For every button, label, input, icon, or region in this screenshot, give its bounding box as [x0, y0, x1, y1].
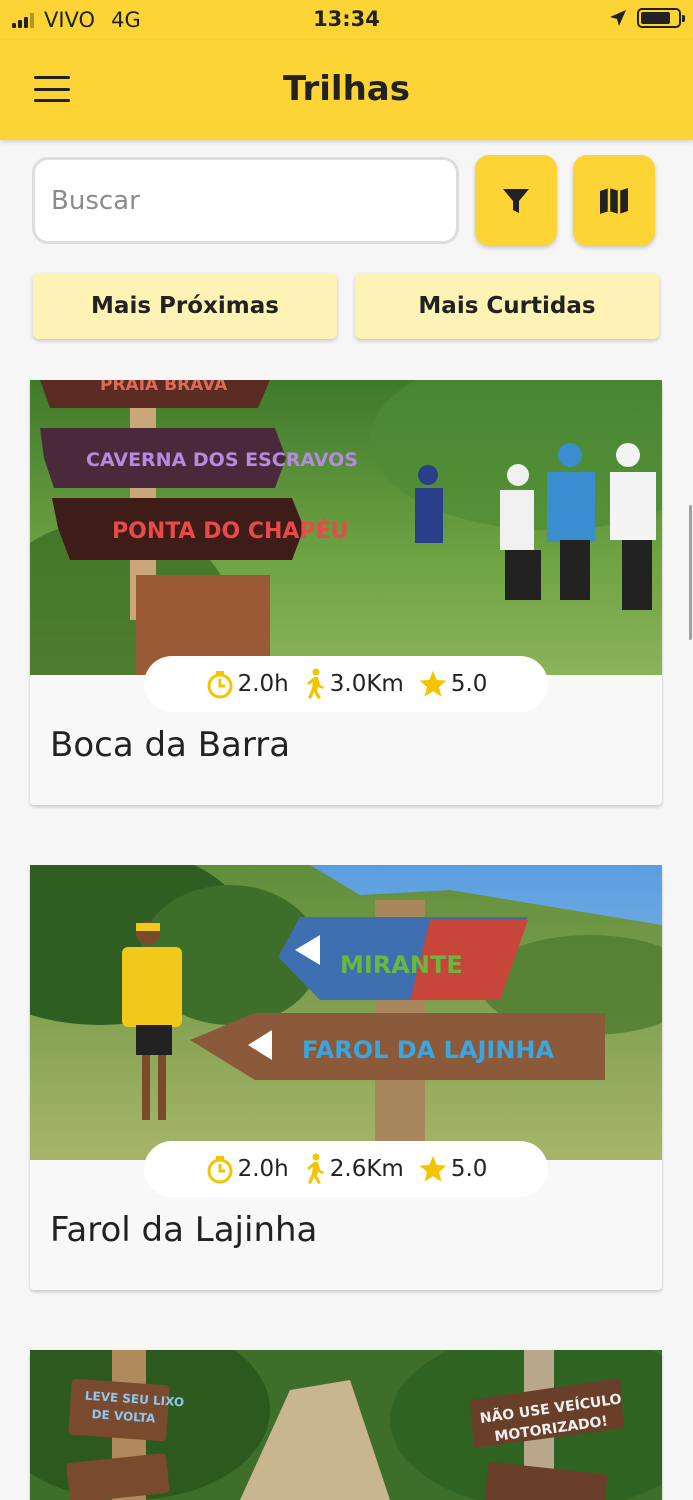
- sign-text: FAROL DA LAJINHA: [302, 1036, 554, 1064]
- navigation-bar: Trilhas: [0, 40, 693, 140]
- trail-card[interactable]: PRAIA BRAVA CAVERNA DOS ESCRAVOS PONTA D…: [30, 380, 662, 805]
- timer-icon: [207, 1156, 233, 1184]
- trail-photo: LEVE SEU LIXO DE VOLTA NÃO USE VEÍCULO M…: [30, 1350, 662, 1500]
- hiker-icon: [306, 1153, 324, 1184]
- trail-card[interactable]: MIRANTE FAROL DA LAJINHA 2.0h 2.6Km 5.0 …: [30, 865, 662, 1290]
- trail-card[interactable]: LEVE SEU LIXO DE VOLTA NÃO USE VEÍCULO M…: [30, 1350, 662, 1500]
- status-bar: VIVO 4G 13:34: [0, 0, 693, 40]
- trail-photo: PRAIA BRAVA CAVERNA DOS ESCRAVOS PONTA D…: [30, 380, 662, 675]
- battery-icon: [637, 8, 685, 28]
- status-time: 13:34: [313, 7, 380, 31]
- trail-stats: 2.0h 3.0Km 5.0: [144, 656, 548, 712]
- hiker-icon: [306, 668, 324, 699]
- star-icon: [419, 1156, 447, 1182]
- map-button[interactable]: [573, 155, 655, 246]
- sort-nearest-button[interactable]: Mais Próximas: [33, 273, 337, 339]
- map-icon: [600, 187, 628, 214]
- duration-value: 2.0h: [237, 1156, 289, 1182]
- rating-stat: 5.0: [418, 1154, 488, 1184]
- duration-value: 2.0h: [237, 671, 289, 697]
- trail-name: Farol da Lajinha: [50, 1210, 318, 1250]
- location-arrow-icon: [610, 10, 626, 26]
- timer-icon: [207, 671, 233, 699]
- distance-value: 2.6Km: [329, 1156, 404, 1182]
- trail-name: Boca da Barra: [50, 725, 291, 765]
- duration-stat: 2.0h: [205, 1154, 289, 1184]
- trail-photo: MIRANTE FAROL DA LAJINHA: [30, 865, 662, 1160]
- status-right: [609, 8, 685, 28]
- rating-stat: 5.0: [418, 669, 488, 699]
- sign-text: PRAIA BRAVA: [100, 380, 228, 395]
- distance-stat: 2.6Km: [303, 1153, 404, 1185]
- sign-text: MIRANTE: [340, 951, 463, 979]
- filter-icon: [503, 188, 529, 213]
- page-title: Trilhas: [283, 69, 410, 109]
- rating-value: 5.0: [450, 671, 488, 697]
- star-icon: [419, 671, 447, 697]
- duration-stat: 2.0h: [205, 669, 289, 699]
- sort-most-liked-button[interactable]: Mais Curtidas: [355, 273, 659, 339]
- rating-value: 5.0: [450, 1156, 488, 1182]
- sign-text: CAVERNA DOS ESCRAVOS: [86, 449, 358, 471]
- scroll-indicator: [689, 505, 692, 640]
- filter-button[interactable]: [475, 155, 557, 246]
- sign-text: PONTA DO CHAPÉU: [112, 518, 348, 544]
- distance-stat: 3.0Km: [303, 668, 404, 700]
- trail-stats: 2.0h 2.6Km 5.0: [144, 1141, 548, 1197]
- search-input[interactable]: [32, 157, 459, 244]
- distance-value: 3.0Km: [329, 671, 404, 697]
